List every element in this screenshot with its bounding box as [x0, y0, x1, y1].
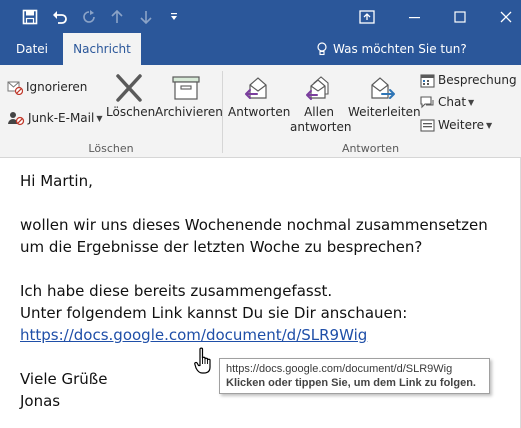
- delete-label: Löschen: [106, 105, 156, 119]
- reply-all-icon: [306, 76, 329, 100]
- chat-label: Chat: [438, 95, 467, 109]
- greeting-text: Hi Martin,: [20, 172, 93, 190]
- chevron-down-icon: ▼: [468, 97, 475, 107]
- down-arrow-icon[interactable]: [135, 6, 157, 28]
- ribbon-display-icon[interactable]: [356, 6, 378, 28]
- minimize-icon[interactable]: [404, 6, 426, 28]
- junk-email-button[interactable]: Junk-E-Mail ▼: [7, 108, 102, 128]
- archive-button[interactable]: Archivieren: [155, 73, 223, 120]
- up-arrow-icon[interactable]: [106, 6, 128, 28]
- tooltip-hint: Klicken oder tippen Sie, um dem Link zu …: [226, 377, 476, 389]
- archive-label: Archivieren: [155, 105, 223, 119]
- undo-icon[interactable]: [49, 6, 71, 28]
- group-label-respond: Antworten: [341, 142, 400, 155]
- close-icon[interactable]: [495, 6, 517, 28]
- forward-button[interactable]: Weiterleiten: [348, 73, 421, 120]
- group-separator: [222, 71, 223, 153]
- link-tooltip: https://docs.google.com/document/d/SLR9W…: [219, 358, 490, 394]
- group-label-delete: Löschen: [88, 142, 134, 155]
- body-line: wollen wir uns dieses Wochenende nochmal…: [20, 216, 488, 234]
- reply-icon: [245, 77, 267, 99]
- redo-icon[interactable]: [78, 6, 100, 28]
- delete-x-icon: [116, 74, 142, 102]
- reply-all-label-1: Allen: [304, 105, 334, 119]
- maximize-icon[interactable]: [449, 6, 471, 28]
- junk-icon: [8, 112, 25, 126]
- meeting-button[interactable]: Besprechung: [420, 70, 517, 90]
- body-line: um die Ergebnisse der letzten Woche zu b…: [20, 238, 423, 256]
- more-icon: [420, 118, 435, 132]
- lightbulb-icon: [317, 42, 327, 56]
- junk-email-label: Junk-E-Mail: [28, 111, 95, 125]
- body-line: Ich habe diese bereits zusammengefasst.: [20, 282, 333, 300]
- tooltip-url: https://docs.google.com/document/d/SLR9W…: [226, 363, 453, 375]
- meeting-label: Besprechung: [438, 73, 517, 87]
- reply-label: Antworten: [228, 105, 291, 119]
- more-label: Weitere: [438, 118, 485, 132]
- ignore-label: Ignorieren: [26, 80, 88, 94]
- tell-me-label: Was möchten Sie tun?: [333, 42, 467, 56]
- archive-icon: [172, 76, 200, 100]
- forward-icon: [371, 77, 395, 99]
- ribbon: Ignorieren Junk-E-Mail ▼ Löschen Archivie…: [0, 65, 521, 158]
- save-icon[interactable]: [19, 6, 41, 28]
- customize-icon[interactable]: [163, 6, 185, 28]
- ignore-icon: [7, 81, 23, 95]
- document-link[interactable]: https://docs.google.com/document/d/SLR9W…: [20, 326, 367, 344]
- ribbon-tabs: Datei Nachricht Was möchten Sie tun?: [0, 33, 521, 65]
- title-bar: [0, 0, 521, 33]
- hand-cursor-icon: [194, 347, 216, 379]
- reply-all-button[interactable]: Allen antworten: [290, 73, 352, 135]
- chat-icon: [420, 95, 434, 108]
- reply-all-label-2: antworten: [290, 120, 352, 134]
- body-line: Unter folgendem Link kannst Du sie Dir a…: [20, 304, 408, 322]
- forward-label: Weiterleiten: [348, 105, 421, 119]
- chevron-down-icon: ▼: [96, 113, 103, 123]
- tell-me-box[interactable]: Was möchten Sie tun?: [316, 33, 467, 65]
- chat-button[interactable]: Chat ▼: [420, 92, 474, 112]
- more-button[interactable]: Weitere ▼: [420, 115, 492, 135]
- tab-datei[interactable]: Datei: [6, 33, 58, 65]
- meeting-icon: [420, 73, 435, 88]
- chevron-down-icon: ▼: [486, 120, 493, 130]
- reply-button[interactable]: Antworten: [228, 73, 291, 120]
- delete-button[interactable]: Löschen: [106, 73, 156, 120]
- tab-nachricht[interactable]: Nachricht: [63, 33, 141, 65]
- ignore-button[interactable]: Ignorieren: [7, 77, 87, 97]
